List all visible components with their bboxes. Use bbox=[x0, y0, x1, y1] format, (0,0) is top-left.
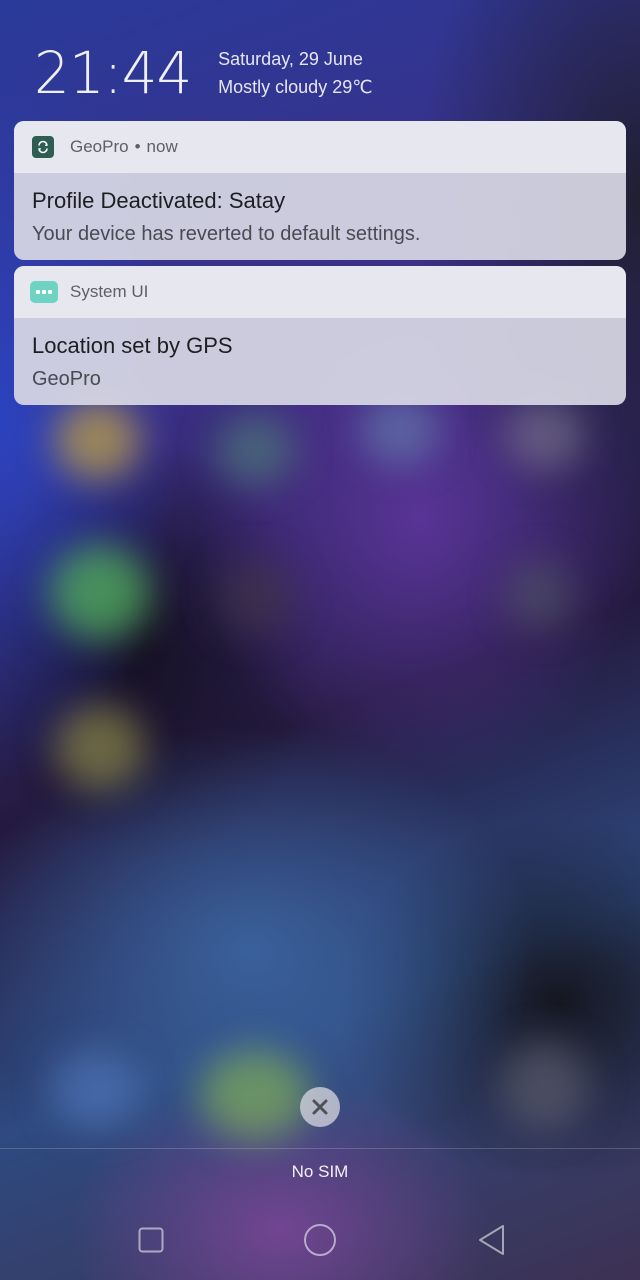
wallpaper-blob bbox=[360, 395, 440, 465]
wallpaper-blob bbox=[500, 1040, 590, 1130]
wallpaper-blob bbox=[55, 400, 140, 480]
date-label: Saturday, 29 June bbox=[218, 49, 363, 69]
notification-title: Profile Deactivated: Satay bbox=[32, 188, 286, 213]
notification-separator: • bbox=[134, 137, 141, 156]
circle-icon bbox=[304, 1224, 336, 1256]
wallpaper-blob bbox=[55, 705, 145, 790]
square-icon bbox=[138, 1227, 164, 1253]
back-button[interactable] bbox=[470, 1218, 514, 1262]
geopro-app-icon bbox=[32, 136, 54, 158]
notification-geopro[interactable]: GeoPro • now Profile Deactivated: Satay … bbox=[14, 121, 626, 260]
notification-body: Location set by GPS GeoPro bbox=[14, 318, 626, 394]
wallpaper-blob bbox=[215, 560, 295, 635]
notification-header: GeoPro • now bbox=[14, 121, 626, 173]
footer-divider bbox=[0, 1148, 640, 1149]
clock: 21:44 bbox=[34, 39, 192, 107]
system-ui-app-icon bbox=[30, 281, 58, 303]
close-icon bbox=[312, 1099, 328, 1115]
weather-label: Mostly cloudy 29℃ bbox=[218, 77, 373, 97]
notification-title: Location set by GPS bbox=[32, 333, 233, 358]
wallpaper-blob bbox=[215, 415, 295, 485]
wallpaper-blob bbox=[50, 1050, 140, 1130]
clear-notifications-button[interactable] bbox=[300, 1087, 340, 1127]
notification-body: Profile Deactivated: Satay Your device h… bbox=[14, 173, 626, 249]
carrier-label: No SIM bbox=[291, 1162, 349, 1181]
notification-app-name: System UI bbox=[70, 282, 149, 301]
notification-text: GeoPro bbox=[32, 368, 101, 390]
wallpaper-blob bbox=[505, 560, 575, 630]
notification-system-ui[interactable]: System UI Location set by GPS GeoPro bbox=[14, 266, 626, 405]
triangle-back-icon bbox=[479, 1225, 504, 1255]
notification-header: System UI bbox=[14, 266, 626, 318]
notification-text: Your device has reverted to default sett… bbox=[32, 223, 421, 245]
wallpaper-blob bbox=[200, 1050, 310, 1140]
navigation-bar bbox=[0, 1200, 640, 1280]
wallpaper-blob bbox=[50, 545, 150, 640]
lockscreen-header: 21:44 Saturday, 29 June Mostly cloudy 29… bbox=[34, 38, 372, 108]
home-button[interactable] bbox=[298, 1218, 342, 1262]
notification-time: now bbox=[146, 137, 178, 156]
wallpaper-blob bbox=[505, 400, 585, 470]
recent-apps-button[interactable] bbox=[129, 1218, 173, 1262]
notification-app-name: GeoPro bbox=[70, 137, 129, 156]
date-weather: Saturday, 29 June Mostly cloudy 29℃ bbox=[218, 45, 372, 101]
